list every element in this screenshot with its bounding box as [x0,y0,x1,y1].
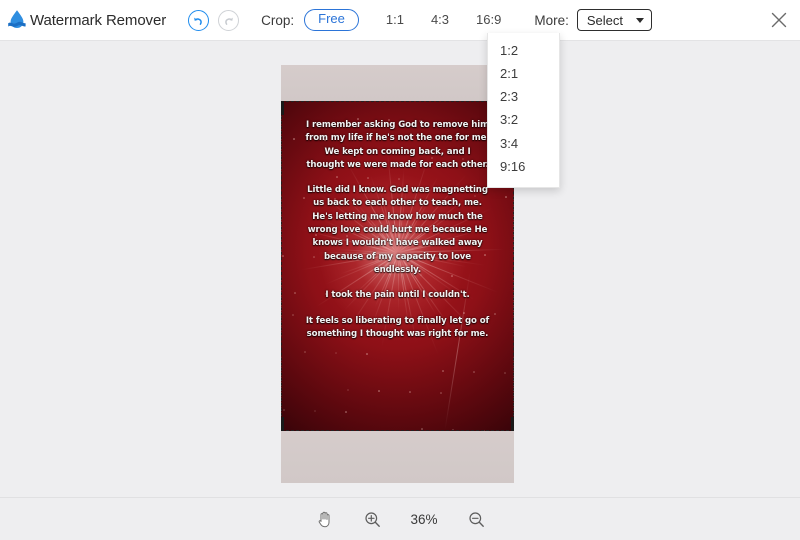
photo-top-band [281,65,514,101]
fireworks-photo: I remember asking God to remove him from… [281,101,514,431]
history-group [188,9,240,31]
photo-caption-text: I remember asking God to remove him from… [281,119,514,341]
zoom-out-icon [468,511,484,527]
redo-button[interactable] [218,9,240,31]
redo-arrow-icon [225,17,233,25]
ratio-free-button[interactable]: Free [304,9,359,31]
more-ratio-dropdown[interactable]: 1:2 2:1 2:3 3:2 3:4 9:16 [487,33,560,188]
crop-handle-bottom-right[interactable] [511,417,514,431]
select-value: Select [586,12,623,28]
crop-handle-top-left[interactable] [281,101,284,115]
zoom-out-button[interactable] [463,506,489,532]
undo-button[interactable] [188,9,210,31]
brand-name: Watermark Remover [30,11,167,29]
crop-ratio-group: Free 1:1 4:3 16:9 [304,9,501,31]
more-ratio-select[interactable]: Select [576,9,652,31]
photo-bottom-band [281,431,514,483]
dropdown-item-2-1[interactable]: 2:1 [488,62,559,85]
hand-pan-button[interactable] [311,506,337,532]
close-icon [771,12,787,28]
zoom-level-value: 36% [410,511,438,527]
toolbar: Watermark Remover Crop: Free 1:1 4:3 16:… [0,0,800,41]
ratio-1-1-button[interactable]: 1:1 [386,10,404,29]
crop-handle-bottom-left[interactable] [281,417,284,431]
zoom-toolbar: 36% [0,497,800,540]
caption-paragraph-3: I took the pain until I couldn't. [325,290,470,301]
hand-pan-icon [318,511,329,528]
image-preview[interactable]: I remember asking God to remove him from… [281,65,514,483]
caption-paragraph-1: I remember asking God to remove him from… [305,120,490,170]
editor-canvas[interactable]: I remember asking God to remove him from… [0,41,800,497]
ratio-4-3-button[interactable]: 4:3 [431,10,449,29]
dropdown-item-3-4[interactable]: 3:4 [488,132,559,155]
undo-arrow-icon [194,17,202,25]
dropdown-item-3-2[interactable]: 3:2 [488,109,559,132]
dropdown-item-1-2[interactable]: 1:2 [488,39,559,62]
crop-label: Crop: [261,12,295,28]
caption-paragraph-2: Little did I know. God was magnetting us… [307,185,488,275]
dropdown-item-2-3[interactable]: 2:3 [488,86,559,109]
chevron-down-icon [635,17,644,23]
close-button[interactable] [765,6,793,34]
dropdown-item-9-16[interactable]: 9:16 [488,155,559,178]
brand: Watermark Remover [4,7,166,33]
zoom-in-icon [364,511,380,527]
zoom-in-button[interactable] [359,506,385,532]
app-window: Watermark Remover Crop: Free 1:1 4:3 16:… [0,0,800,540]
more-label: More: [534,12,569,28]
water-drop-logo-icon [4,7,30,33]
ratio-16-9-button[interactable]: 16:9 [476,10,501,29]
